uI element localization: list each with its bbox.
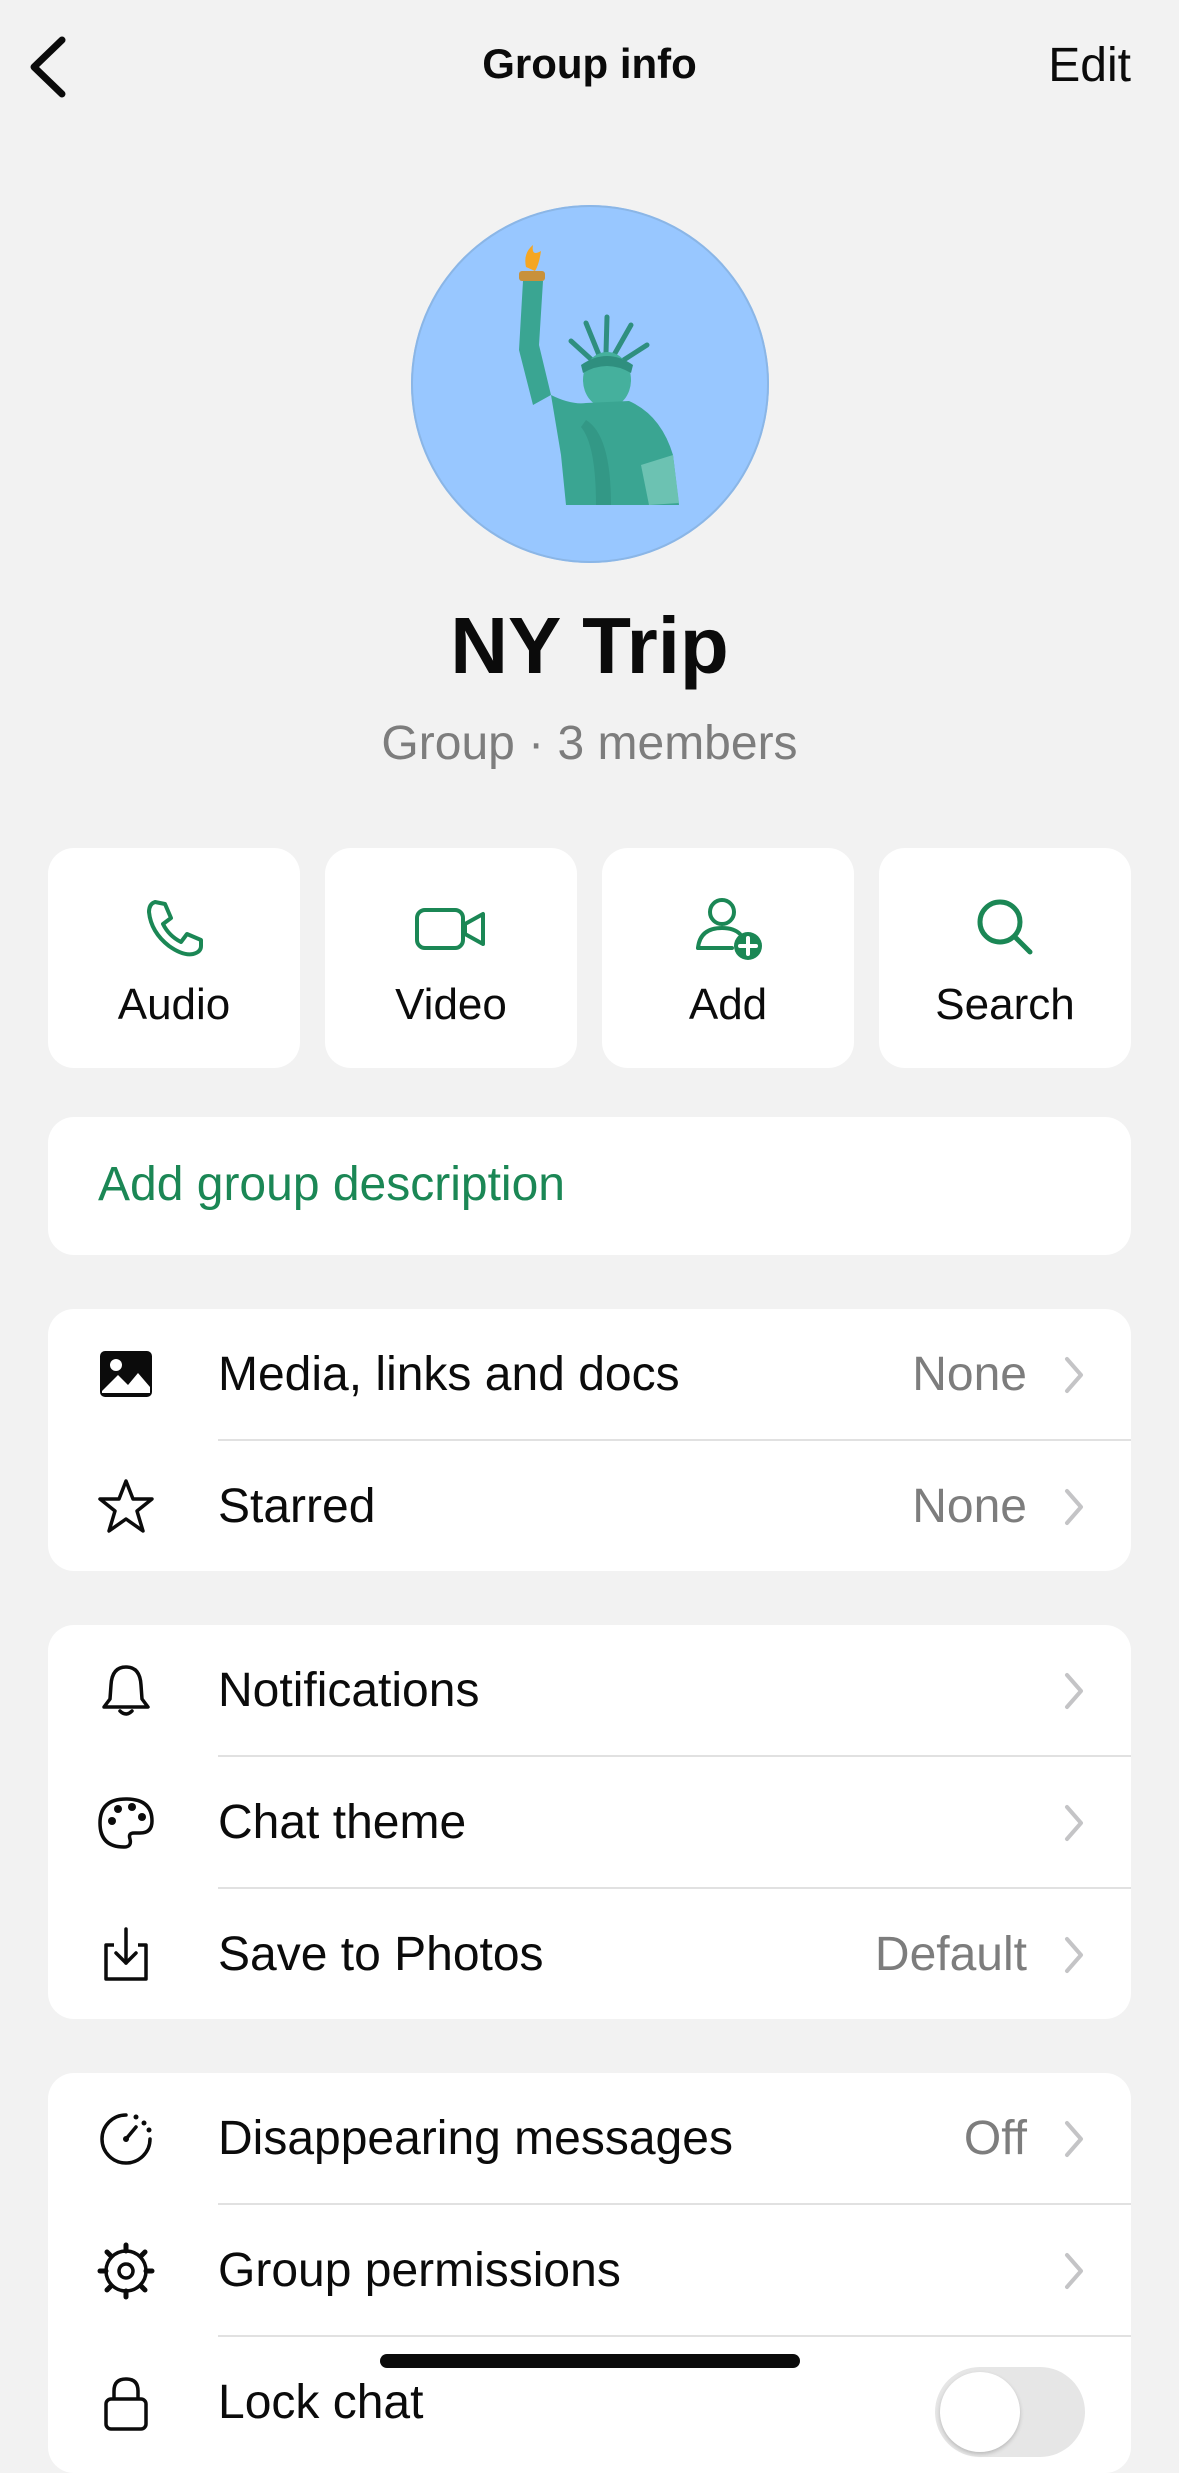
lock-icon: [104, 2377, 148, 2431]
add-label: Add: [688, 980, 768, 1029]
row-value: Off: [963, 2112, 1027, 2165]
chevron-right-icon: [1065, 1357, 1083, 1393]
media-section: Media, links and docs None Starred None: [48, 1309, 1131, 1571]
row-value: None: [912, 1480, 1027, 1533]
privacy-section: Disappearing messages Off Group permissi…: [48, 2073, 1131, 2473]
gear-icon: [97, 2242, 155, 2300]
add-person-icon: [696, 898, 762, 960]
add-group-description-link[interactable]: Add group description: [98, 1157, 565, 1212]
add-member-button[interactable]: Add: [602, 848, 854, 1068]
row-label: Group permissions: [218, 2244, 621, 2297]
row-label: Lock chat: [218, 2376, 424, 2429]
image-icon: [100, 1351, 152, 1397]
notifications-row[interactable]: Notifications: [48, 1625, 1131, 1757]
row-label: Notifications: [218, 1664, 480, 1717]
settings-section: Notifications Chat theme Save to Photos …: [48, 1625, 1131, 2019]
row-label: Starred: [218, 1480, 376, 1533]
row-value: None: [912, 1348, 1027, 1401]
chevron-right-icon: [1065, 2121, 1083, 2157]
audio-call-button[interactable]: Audio: [48, 848, 300, 1068]
home-indicator: [380, 2354, 800, 2368]
palette-icon: [98, 1797, 154, 1849]
row-value: Default: [874, 1928, 1027, 1981]
media-links-docs-row[interactable]: Media, links and docs None: [48, 1309, 1131, 1441]
bell-icon: [102, 1665, 150, 1716]
chevron-right-icon: [1065, 1673, 1083, 1709]
video-camera-icon: [415, 908, 485, 950]
timer-icon: [100, 2113, 152, 2165]
download-icon: [104, 1927, 148, 1981]
chevron-right-icon: [1065, 2253, 1083, 2289]
disappearing-messages-row[interactable]: Disappearing messages Off: [48, 2073, 1131, 2205]
search-label: Search: [935, 980, 1075, 1029]
group-permissions-row[interactable]: Group permissions: [48, 2205, 1131, 2337]
toggle-knob: [940, 2372, 1020, 2452]
search-button[interactable]: Search: [879, 848, 1131, 1068]
row-label: Chat theme: [218, 1796, 467, 1849]
video-call-button[interactable]: Video: [325, 848, 577, 1068]
search-icon: [977, 899, 1033, 955]
phone-icon: [147, 900, 203, 957]
group-subtitle: Group · 3 members: [381, 717, 798, 770]
chevron-right-icon: [1065, 1937, 1083, 1973]
save-to-photos-row[interactable]: Save to Photos Default: [48, 1889, 1131, 2019]
audio-label: Audio: [117, 980, 231, 1029]
video-label: Video: [395, 980, 507, 1029]
chat-theme-row[interactable]: Chat theme: [48, 1757, 1131, 1889]
row-label: Media, links and docs: [218, 1348, 680, 1401]
group-name: NY Trip: [450, 601, 729, 690]
group-avatar[interactable]: [411, 205, 769, 563]
edit-button[interactable]: Edit: [1048, 38, 1131, 93]
lock-chat-toggle[interactable]: [935, 2367, 1085, 2457]
group-description-card[interactable]: Add group description: [48, 1117, 1131, 1255]
chevron-right-icon: [1065, 1805, 1083, 1841]
starred-row[interactable]: Starred None: [48, 1441, 1131, 1571]
nav-bar: Group info Edit: [0, 0, 1179, 140]
statue-of-liberty-icon: [519, 245, 679, 505]
row-label: Save to Photos: [218, 1928, 544, 1981]
page-title: Group info: [482, 40, 697, 87]
chevron-right-icon: [1065, 1489, 1083, 1525]
star-icon: [98, 1479, 154, 1533]
row-label: Disappearing messages: [218, 2112, 733, 2165]
